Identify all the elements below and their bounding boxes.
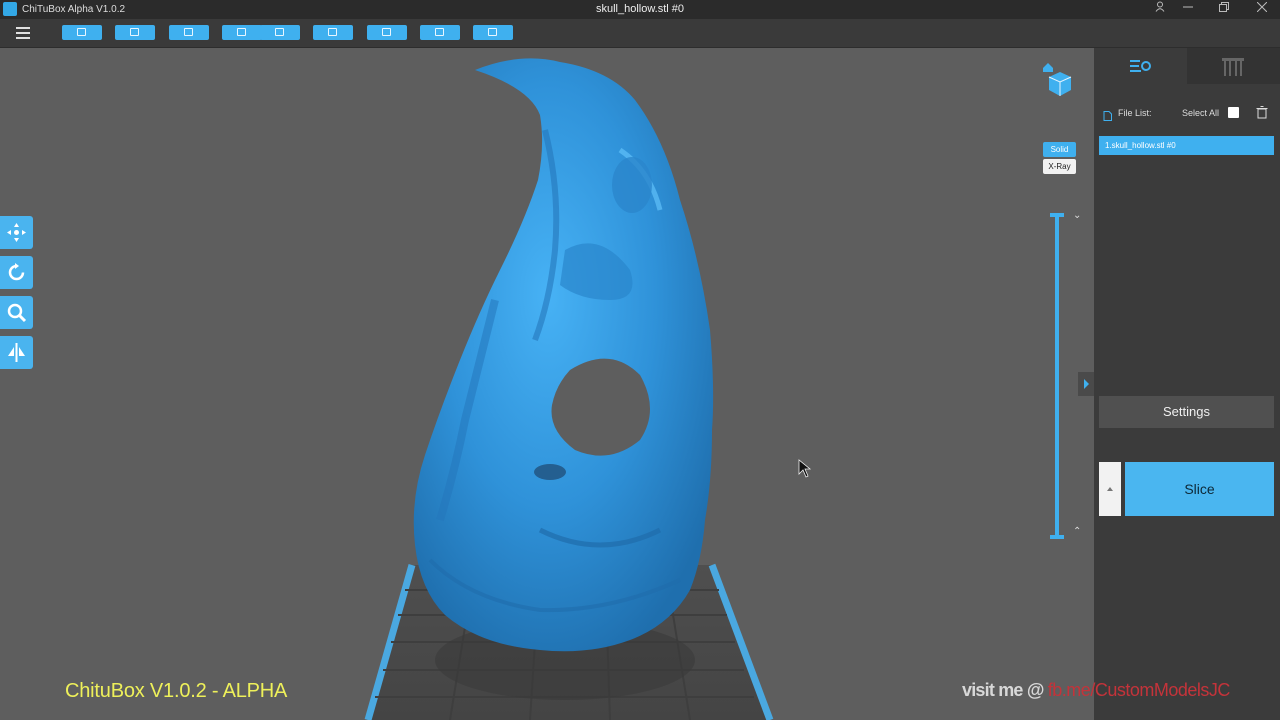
layout-button[interactable] <box>367 25 407 40</box>
file-list-label: File List: <box>1118 108 1152 118</box>
copy-button[interactable] <box>313 25 353 40</box>
minimize-icon[interactable] <box>1174 0 1202 19</box>
slice-options-button[interactable] <box>1099 462 1121 516</box>
scale-tool-button[interactable] <box>0 296 33 329</box>
rotate-tool-button[interactable] <box>0 256 33 289</box>
slice-button[interactable]: Slice <box>1125 462 1274 516</box>
open-file-button[interactable] <box>62 25 102 40</box>
chitubox-app: ChiTuBox Alpha V1.0.2 skull_hollow.stl #… <box>0 0 1280 720</box>
rotate-icon <box>8 263 25 281</box>
select-button[interactable] <box>169 25 209 40</box>
move-tool-button[interactable] <box>0 216 33 249</box>
visit-prefix: visit me @ <box>962 680 1048 700</box>
file-list-item[interactable]: 1.skull_hollow.stl #0 <box>1099 136 1274 155</box>
tab-settings-list[interactable] <box>1094 48 1187 84</box>
layer-slider[interactable] <box>1049 213 1065 539</box>
version-overlay-text: ChituBox V1.0.2 - ALPHA <box>65 680 288 702</box>
right-panel: File List: Select All 1.skull_hollow.stl… <box>1094 48 1280 720</box>
home-icon <box>1043 63 1053 72</box>
mirror-tool-button[interactable] <box>0 336 33 369</box>
mirror-icon <box>8 343 25 362</box>
scale-icon <box>7 303 27 323</box>
view-cube[interactable] <box>1040 60 1074 100</box>
chevron-up-icon[interactable]: ⌃ <box>1073 526 1081 537</box>
3d-viewport[interactable]: ⌄ ⌃ <box>0 48 1094 720</box>
collapse-panel-button[interactable] <box>1078 372 1094 396</box>
hamburger-menu-icon[interactable] <box>12 25 34 41</box>
trash-icon[interactable] <box>1256 106 1268 119</box>
main-toolbar <box>0 19 1280 48</box>
settings-button[interactable]: Settings <box>1099 396 1274 428</box>
list-settings-icon <box>1130 60 1151 72</box>
slider-top-handle[interactable] <box>1050 213 1064 217</box>
user-icon[interactable] <box>1146 0 1174 19</box>
chevron-right-icon <box>1084 379 1089 389</box>
supports-icon <box>1222 58 1244 76</box>
document-title: skull_hollow.stl #0 <box>595 3 685 15</box>
save-file-button[interactable] <box>115 25 155 40</box>
support-button[interactable] <box>420 25 460 40</box>
xray-mode-button[interactable]: X-Ray <box>1043 159 1076 174</box>
visit-overlay-text: visit me @ fb.me/CustomModelsJC <box>962 680 1230 701</box>
select-all-label: Select All <box>1182 108 1220 118</box>
chevron-down-icon[interactable]: ⌄ <box>1073 210 1081 221</box>
select-all-checkbox[interactable] <box>1228 107 1239 118</box>
tab-supports[interactable] <box>1187 48 1280 84</box>
hollow-button[interactable] <box>473 25 513 40</box>
slider-bottom-handle[interactable] <box>1050 535 1064 539</box>
file-icon <box>1103 108 1112 121</box>
move-icon <box>7 223 26 242</box>
solid-mode-button[interactable]: Solid <box>1043 142 1076 157</box>
restore-icon[interactable] <box>1210 0 1238 19</box>
mouse-cursor-icon <box>798 459 812 478</box>
skull-model[interactable] <box>413 58 714 652</box>
undo-button[interactable] <box>222 25 262 40</box>
visit-link: fb.me/CustomModelsJC <box>1047 680 1231 700</box>
close-icon[interactable] <box>1248 0 1276 19</box>
redo-button[interactable] <box>260 25 300 40</box>
caret-up-icon <box>1107 487 1113 491</box>
title-bar: ChiTuBox Alpha V1.0.2 skull_hollow.stl #… <box>0 0 1280 19</box>
